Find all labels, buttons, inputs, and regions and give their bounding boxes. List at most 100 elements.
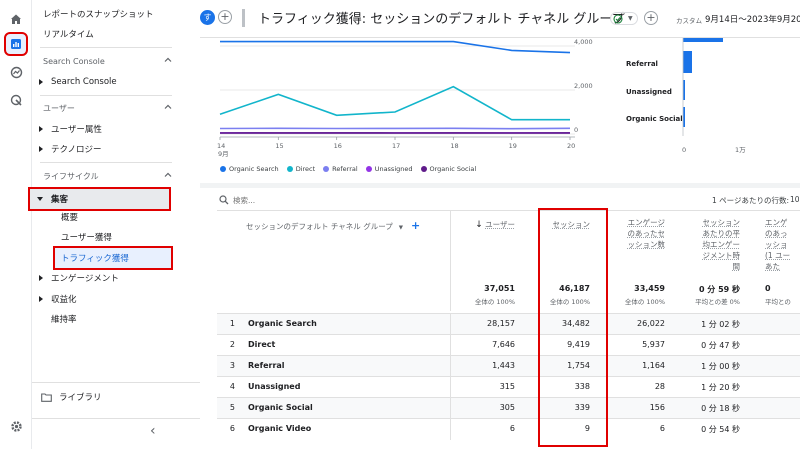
section-user[interactable]: ユーザー bbox=[32, 99, 172, 117]
sidebar-item-realtime[interactable]: リアルタイム bbox=[32, 25, 200, 43]
sidebar-item-overview[interactable]: 概要 bbox=[32, 208, 200, 226]
add-comparison-icon[interactable]: + bbox=[218, 10, 232, 24]
month-label: 9月 bbox=[218, 150, 229, 158]
column-divider bbox=[450, 377, 451, 398]
row-sessions: 1,754 bbox=[567, 361, 590, 370]
row-users: 315 bbox=[499, 382, 515, 391]
legend-dot bbox=[323, 166, 330, 172]
add-dimension-icon[interactable]: + bbox=[411, 219, 420, 232]
section-search-console[interactable]: Search Console bbox=[32, 52, 172, 70]
legend-item[interactable]: Organic Social bbox=[420, 165, 476, 173]
section-label: ライフサイクル bbox=[43, 171, 99, 181]
legend-label: Direct bbox=[295, 165, 316, 173]
collapse-chevron-icon[interactable]: ‹ bbox=[150, 424, 164, 438]
bar-category-label: Organic Social bbox=[626, 115, 683, 123]
rows-per-page-select[interactable]: 10 bbox=[790, 195, 800, 204]
divider bbox=[32, 382, 200, 383]
engaged-per-user-column-header[interactable]: エンゲ のあっ ッショ (1 ユー あた bbox=[765, 217, 800, 272]
sidebar-item-search-console[interactable]: Search Console bbox=[32, 73, 200, 91]
sessions-column-header[interactable]: セッション bbox=[540, 219, 591, 230]
sidebar-item-label: トラフィック獲得 bbox=[61, 254, 129, 264]
total-sessions-pct: 全体の 100% bbox=[549, 298, 590, 306]
reports-icon[interactable] bbox=[4, 32, 28, 56]
column-divider bbox=[450, 419, 451, 440]
advertising-icon[interactable] bbox=[6, 90, 26, 110]
row-channel: Unassigned bbox=[248, 382, 301, 391]
legend-item[interactable]: Referral bbox=[323, 165, 358, 173]
status-dropdown[interactable]: ▼ bbox=[610, 12, 638, 25]
table-row[interactable]: 4 Unassigned 315 338 28 1 分 20 秒 bbox=[217, 376, 800, 398]
total-sessions: 46,187 bbox=[559, 284, 590, 293]
search-input[interactable] bbox=[233, 193, 433, 207]
row-channel: Organic Social bbox=[248, 403, 313, 412]
column-divider bbox=[450, 398, 451, 419]
engaged-sessions-column-header[interactable]: エンゲージ のあったセ ッション数 bbox=[615, 217, 666, 250]
legend-item[interactable]: Organic Search bbox=[220, 165, 279, 173]
x-tick-label: 20 bbox=[567, 142, 575, 150]
sidebar-item-snapshot[interactable]: レポートのスナップショット bbox=[32, 5, 200, 23]
sidebar-item-user-acquisition[interactable]: ユーザー獲得 bbox=[32, 228, 200, 246]
sidebar-item-traffic-acquisition[interactable]: トラフィック獲得 bbox=[53, 246, 173, 270]
total-users: 37,051 bbox=[484, 284, 515, 293]
series-line-organic-search[interactable] bbox=[220, 40, 571, 54]
column-divider bbox=[450, 335, 451, 356]
row-avg: 0 分 18 秒 bbox=[701, 404, 740, 413]
divider bbox=[40, 47, 172, 48]
legend-item[interactable]: Unassigned bbox=[365, 165, 413, 173]
explore-icon[interactable] bbox=[6, 62, 26, 82]
table-row[interactable]: 3 Referral 1,443 1,754 1,164 1 分 00 秒 bbox=[217, 355, 800, 377]
row-avg: 0 分 54 秒 bbox=[701, 425, 740, 434]
settings-icon[interactable] bbox=[6, 416, 26, 436]
sidebar-item-label: ライブラリ bbox=[59, 393, 102, 403]
add-icon[interactable]: + bbox=[644, 11, 658, 25]
section-lifecycle[interactable]: ライフサイクル bbox=[32, 167, 172, 185]
sidebar-item-label: Search Console bbox=[51, 77, 117, 87]
col-engper-line: ッショ bbox=[765, 240, 788, 249]
table-row[interactable]: 6 Organic Video 6 9 6 0 分 54 秒 bbox=[217, 418, 800, 440]
sidebar-item-monetization[interactable]: 収益化 bbox=[32, 290, 200, 308]
row-sessions: 338 bbox=[574, 382, 590, 391]
row-engaged: 156 bbox=[649, 403, 665, 412]
x-tick-label: 17 bbox=[392, 142, 400, 150]
x-tick-label: 15 bbox=[275, 142, 283, 150]
dimension-header[interactable]: セッションのデフォルト チャネル グループ ▼ + bbox=[246, 219, 420, 232]
sidebar-item-library[interactable]: ライブラリ bbox=[32, 388, 200, 406]
y-tick-label: 0 bbox=[574, 126, 578, 134]
bar-referral[interactable] bbox=[683, 51, 692, 73]
sidebar-item-user-attributes[interactable]: ユーザー属性 bbox=[32, 120, 200, 138]
row-sessions: 9 bbox=[584, 424, 590, 433]
col-engaged-line: ッション数 bbox=[627, 240, 666, 249]
legend-item[interactable]: Direct bbox=[286, 165, 316, 173]
total-engaged-pct: 全体の 100% bbox=[624, 298, 665, 306]
legend-dot bbox=[365, 166, 372, 172]
total-users-pct: 全体の 100% bbox=[474, 298, 515, 306]
date-label: カスタム bbox=[676, 17, 702, 25]
row-engaged: 5,937 bbox=[642, 340, 665, 349]
page-title: トラフィック獲得: セッションのデフォルト チャネル グループ bbox=[258, 12, 625, 27]
legend-dot bbox=[286, 166, 293, 172]
series-line-direct[interactable] bbox=[219, 85, 570, 121]
home-icon[interactable] bbox=[6, 9, 26, 29]
sidebar-item-label: ユーザー獲得 bbox=[61, 233, 112, 243]
bar-category-label: Unassigned bbox=[626, 88, 672, 96]
row-avg: 1 分 20 秒 bbox=[701, 383, 740, 392]
avatar[interactable]: す bbox=[200, 10, 215, 25]
date-range[interactable]: 9月14日～2023年9月20日 bbox=[705, 13, 800, 25]
report-header: す + トラフィック獲得: セッションのデフォルト チャネル グループ ▼ + … bbox=[200, 0, 800, 38]
total-avg: 0 分 59 秒 bbox=[698, 285, 740, 294]
sidebar-item-retention[interactable]: 維持率 bbox=[32, 310, 200, 328]
arrow-down-icon: ↓ bbox=[475, 220, 483, 230]
sidebar-item-engagement[interactable]: エンゲージメント bbox=[32, 269, 200, 287]
bar-direct[interactable] bbox=[683, 38, 723, 42]
legend-label: Unassigned bbox=[374, 165, 413, 173]
sidebar-item-label: 集客 bbox=[51, 195, 69, 205]
table-row[interactable]: 2 Direct 7,646 9,419 5,937 0 分 47 秒 bbox=[217, 334, 800, 356]
sidebar-item-acquisition[interactable]: 集客 bbox=[28, 187, 171, 211]
row-engaged: 26,022 bbox=[637, 319, 665, 328]
avg-engagement-column-header[interactable]: セッション あたりの平 均エンゲー ジメント時間 bbox=[690, 217, 741, 272]
table-row[interactable]: 5 Organic Social 305 339 156 0 分 18 秒 bbox=[217, 397, 800, 419]
table-row[interactable]: 1 Organic Search 28,157 34,482 26,022 1 分 02 … bbox=[217, 313, 800, 335]
row-sessions: 9,419 bbox=[567, 340, 590, 349]
sidebar-item-technology[interactable]: テクノロジー bbox=[32, 140, 200, 158]
users-column-header[interactable]: ↓ ユーザー bbox=[460, 219, 515, 231]
